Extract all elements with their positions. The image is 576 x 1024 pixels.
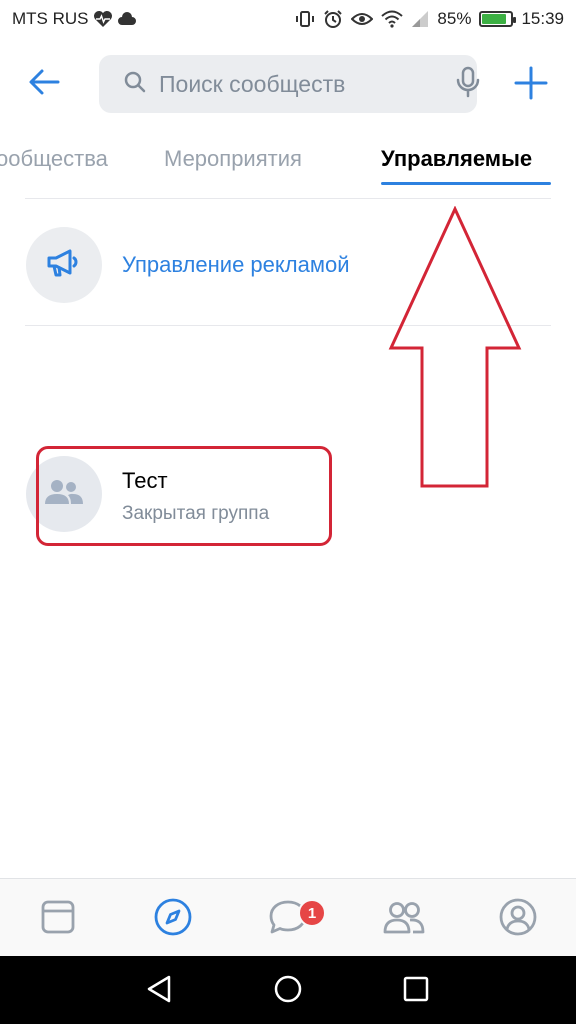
search-input[interactable] [159,70,455,98]
search-bar[interactable] [99,55,480,113]
newsfeed-icon [40,899,76,940]
users-icon [44,478,84,511]
ad-management-label: Управление рекламой [122,252,350,277]
arrow-left-icon [28,68,60,101]
nav-explore[interactable] [151,897,195,941]
battery-percent: 85% [437,9,472,28]
search-icon [123,70,147,99]
wifi-icon [381,10,404,28]
tab-events[interactable]: Мероприятия [164,146,302,172]
community-name: Тест [122,468,168,493]
mic-icon [455,66,481,103]
profile-icon [498,897,538,942]
system-back-button[interactable] [142,974,176,1008]
community-item[interactable]: Тест Закрытая группа [0,440,576,550]
ad-management-item[interactable]: Управление рекламой [0,212,576,322]
vibrate-icon [295,9,315,29]
tab-communities[interactable]: ообщества [0,146,108,172]
system-navigation-bar [0,956,576,1024]
friends-icon [383,900,425,939]
nav-newsfeed[interactable] [36,897,80,941]
back-button[interactable] [22,64,66,104]
active-tab-indicator [381,182,551,185]
ad-management-avatar [26,227,102,303]
battery-icon [479,11,517,27]
divider [25,198,551,199]
voice-search-button[interactable] [455,64,481,104]
square-recents-icon [402,975,430,1008]
circle-home-icon [273,974,303,1009]
create-community-button[interactable] [508,62,554,108]
clock: 15:39 [521,9,564,28]
header [0,52,576,116]
system-home-button[interactable] [271,974,305,1008]
triangle-back-icon [145,974,173,1009]
heart-pulse-icon [93,10,113,28]
tab-managed[interactable]: Управляемые [381,146,532,172]
eye-icon [351,11,374,27]
explore-icon [153,897,193,942]
status-bar: MTS RUS 85% 15:39 [0,0,576,38]
community-avatar [26,456,102,532]
community-tabs: ообщества Мероприятия Управляемые [0,140,576,200]
nav-friends[interactable] [382,897,426,941]
carrier-label: MTS RUS [12,9,89,28]
nav-profile[interactable] [496,897,540,941]
cloud-icon [117,12,137,26]
system-recents-button[interactable] [399,974,433,1008]
signal-icon [411,10,429,28]
plus-icon [514,66,548,105]
community-type: Закрытая группа [122,503,270,524]
divider [25,325,551,326]
messages-badge: 1 [298,899,326,927]
megaphone-icon [46,248,82,283]
alarm-icon [323,9,343,29]
bottom-navigation: 1 [0,878,576,956]
